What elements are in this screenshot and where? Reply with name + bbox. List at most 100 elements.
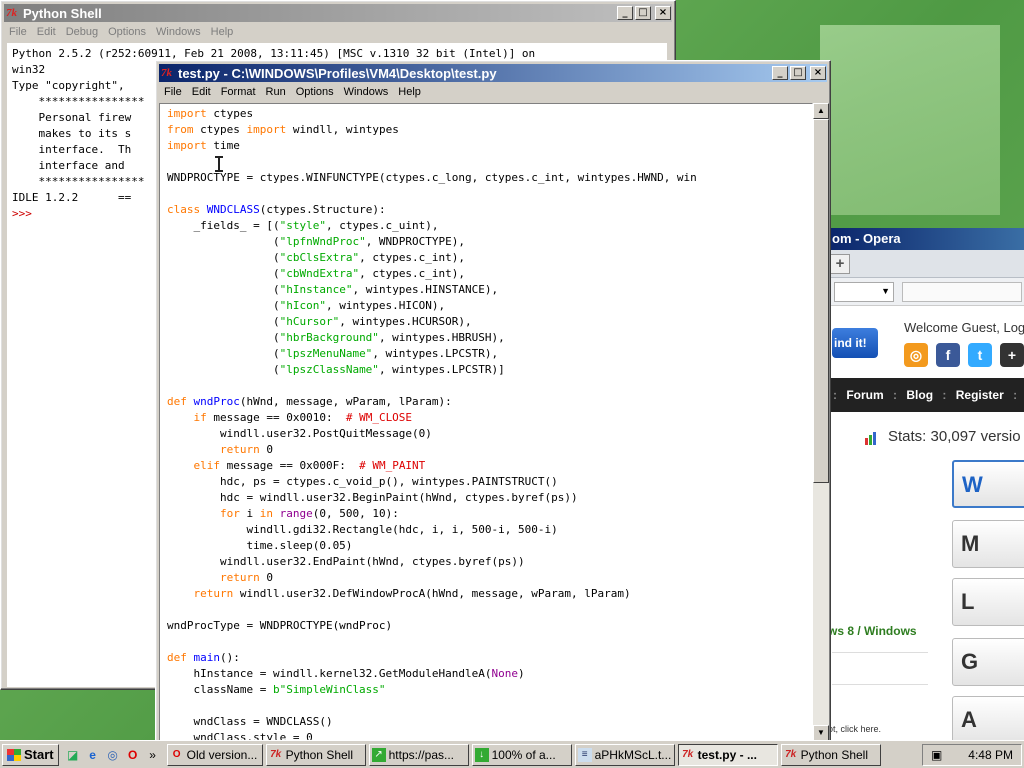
code-line: import time <box>167 139 240 152</box>
new-tab-button[interactable]: + <box>830 254 850 274</box>
task-label: 100% of a... <box>491 747 556 762</box>
editor-scrollbar[interactable]: ▲ ▼ <box>813 103 829 741</box>
code-line: def main(): <box>167 651 240 664</box>
task-pastebin[interactable]: ↗ https://pas... <box>368 743 469 766</box>
linux-os-button[interactable]: L <box>952 578 1024 626</box>
idle-icon: 7k <box>785 748 797 760</box>
task-test-py[interactable]: 7k test.py - ... <box>677 743 778 766</box>
stats-text: Stats: 30,097 versio <box>888 428 1021 445</box>
task-notepad[interactable]: ≡ aPHkMScL.t... <box>574 743 675 766</box>
notepad-icon: ≡ <box>577 747 592 762</box>
editor-titlebar[interactable]: 7k test.py - C:\WINDOWS\Profiles\VM4\Des… <box>159 64 827 82</box>
code-line: ("hCursor", wintypes.HCURSOR), <box>167 315 472 328</box>
close-button[interactable]: × <box>655 6 671 20</box>
twitter-icon[interactable]: t <box>968 343 992 367</box>
code-line: from ctypes import windll, wintypes <box>167 123 399 136</box>
menu-options[interactable]: Options <box>291 86 339 98</box>
nav-forum[interactable]: Forum <box>846 388 883 402</box>
more-chevron-icon[interactable]: » <box>145 747 161 763</box>
taskbar: Start ◪ e ◎ O » O Old version... 7k Python… <box>0 740 1024 768</box>
wallpaper-leaf <box>820 25 1000 215</box>
system-tray: ▣ 4:48 PM <box>922 744 1022 766</box>
nav-register[interactable]: Register <box>956 388 1004 402</box>
close-button[interactable]: × <box>810 66 826 80</box>
code-line: return 0 <box>219 443 273 456</box>
task-download[interactable]: ↓ 100% of a... <box>471 743 572 766</box>
plus-icon[interactable]: + <box>1000 343 1024 367</box>
opera-tabbar: + <box>826 250 1024 278</box>
shell-menu-file[interactable]: File <box>4 26 32 38</box>
shell-menu-options[interactable]: Options <box>103 26 151 38</box>
start-button[interactable]: Start <box>2 743 59 766</box>
idle-icon: 7k <box>270 748 282 760</box>
scroll-down-button[interactable]: ▼ <box>813 725 829 741</box>
maximize-button[interactable]: □ <box>635 6 651 20</box>
code-line: wndClass = WNDCLASS() <box>167 715 333 728</box>
scroll-up-button[interactable]: ▲ <box>813 103 829 119</box>
facebook-icon[interactable]: f <box>936 343 960 367</box>
menu-file[interactable]: File <box>159 86 187 98</box>
task-old-version[interactable]: O Old version... <box>166 743 263 766</box>
code-line: ("hbrBackground", wintypes.HBRUSH), <box>167 331 505 344</box>
show-desktop-icon[interactable]: ◪ <box>65 747 81 763</box>
code-line: return 0 <box>219 571 273 584</box>
minimize-button[interactable]: _ <box>617 6 633 20</box>
shell-titlebar[interactable]: 7k Python Shell _ □ × <box>4 4 672 22</box>
opera-dropdown[interactable]: ▼ <box>834 282 894 302</box>
task-python-shell-2[interactable]: 7k Python Shell <box>780 743 881 766</box>
maximize-button[interactable]: □ <box>790 66 806 80</box>
opera-toolbar: ▼ <box>826 278 1024 306</box>
shell-menu-debug[interactable]: Debug <box>61 26 103 38</box>
code-line: hdc, ps = ctypes.c_void_p(), wintypes.PA… <box>167 475 558 488</box>
menu-windows[interactable]: Windows <box>339 86 394 98</box>
welcome-text: Welcome Guest, Log <box>904 320 1024 335</box>
nav-blog[interactable]: Blog <box>906 388 933 402</box>
shell-menu-help[interactable]: Help <box>206 26 239 38</box>
explorer-icon[interactable]: ◎ <box>105 747 121 763</box>
opera-window[interactable]: om - Opera + ▼ ind it! Welcome Guest, Lo… <box>826 228 1024 740</box>
chevron-down-icon: ▼ <box>881 286 890 296</box>
code-line: time.sleep(0.05) <box>167 539 353 552</box>
mac-os-button[interactable]: M <box>952 520 1024 568</box>
menu-format[interactable]: Format <box>216 86 261 98</box>
idle-icon: 7k <box>682 748 694 760</box>
rss-icon[interactable]: ◎ <box>904 343 928 367</box>
network-icon[interactable]: ▣ <box>931 748 942 762</box>
click-here-link[interactable]: ot, click here. <box>828 724 881 734</box>
menu-edit[interactable]: Edit <box>187 86 216 98</box>
stats-chart-icon <box>865 432 876 445</box>
code-line: _fields_ = [("style", ctypes.c_uint), <box>167 219 439 232</box>
code-line: import ctypes <box>167 107 254 120</box>
tk-icon: 7k <box>161 67 172 79</box>
social-icons: ◎ f t + <box>904 343 1024 367</box>
code-line: hdc = windll.user32.BeginPaint(hWnd, cty… <box>167 491 578 504</box>
menu-help[interactable]: Help <box>393 86 426 98</box>
shell-menu-windows[interactable]: Windows <box>151 26 206 38</box>
opera-title[interactable]: om - Opera <box>826 228 1024 250</box>
android-button[interactable]: A <box>952 696 1024 740</box>
gamepad-icon: G <box>961 649 979 674</box>
find-it-button[interactable]: ind it! <box>832 328 878 358</box>
divider <box>832 684 928 685</box>
code-line: wndProcType = WNDPROCTYPE(wndProc) <box>167 619 393 632</box>
quick-launch: ◪ e ◎ O » <box>65 747 161 763</box>
windows-os-button[interactable]: W <box>952 460 1024 508</box>
task-python-shell[interactable]: 7k Python Shell <box>265 743 366 766</box>
code-line: if message == 0x0010: # WM_CLOSE <box>193 411 413 424</box>
android-icon: A <box>961 707 977 732</box>
shell-menu-edit[interactable]: Edit <box>32 26 61 38</box>
code-editor[interactable]: import ctypes from ctypes import windll, … <box>159 103 813 741</box>
editor-window[interactable]: 7k test.py - C:\WINDOWS\Profiles\VM4\Des… <box>155 60 831 744</box>
editor-title: test.py - C:\WINDOWS\Profiles\VM4\Deskto… <box>178 65 497 81</box>
opera-icon[interactable]: O <box>125 747 141 763</box>
ie-icon[interactable]: e <box>85 747 101 763</box>
opera-search-box[interactable] <box>902 282 1022 302</box>
menu-run[interactable]: Run <box>261 86 291 98</box>
divider <box>832 652 928 653</box>
games-button[interactable]: G <box>952 638 1024 686</box>
windows-link[interactable]: ws 8 / Windows <box>828 624 917 638</box>
minimize-button[interactable]: _ <box>772 66 788 80</box>
scroll-thumb[interactable] <box>813 119 829 483</box>
